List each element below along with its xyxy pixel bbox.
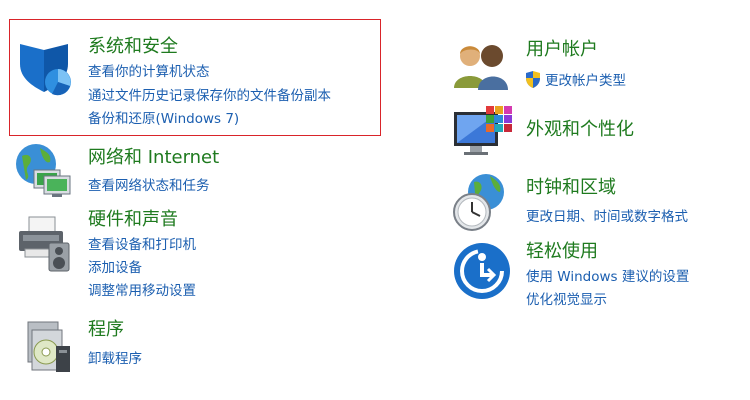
link-uninstall-program[interactable]: 卸载程序 <box>88 350 142 368</box>
category-title-network[interactable]: 网络和 Internet <box>88 147 219 169</box>
link-change-account-type[interactable]: 更改帐户类型 <box>545 72 626 90</box>
monitor-palette-icon <box>452 104 514 166</box>
link-add-device[interactable]: 添加设备 <box>88 259 142 277</box>
category-title-programs[interactable]: 程序 <box>88 319 124 341</box>
category-title-user-accounts[interactable]: 用户帐户 <box>526 39 598 61</box>
link-network-status[interactable]: 查看网络状态和任务 <box>88 177 210 195</box>
ease-of-access-icon <box>452 241 514 303</box>
programs-disc-icon <box>20 316 82 378</box>
link-change-date-time-format[interactable]: 更改日期、时间或数字格式 <box>526 208 688 226</box>
link-view-computer-status[interactable]: 查看你的计算机状态 <box>88 63 210 81</box>
shield-security-icon <box>14 40 76 102</box>
clock-globe-icon <box>450 172 512 234</box>
link-backup-restore[interactable]: 备份和还原(Windows 7) <box>88 110 239 128</box>
link-optimize-visual[interactable]: 优化视觉显示 <box>526 291 607 309</box>
category-title-ease-of-access[interactable]: 轻松使用 <box>526 241 598 263</box>
users-icon <box>452 36 514 98</box>
link-recommended-settings[interactable]: 使用 Windows 建议的设置 <box>526 268 689 286</box>
category-title-system-security[interactable]: 系统和安全 <box>88 36 178 58</box>
link-devices-printers[interactable]: 查看设备和打印机 <box>88 236 196 254</box>
category-title-appearance[interactable]: 外观和个性化 <box>526 119 634 141</box>
category-title-clock-region[interactable]: 时钟和区域 <box>526 177 616 199</box>
printer-speaker-icon <box>13 213 75 275</box>
uac-shield-icon <box>525 71 541 89</box>
link-file-history-backup[interactable]: 通过文件历史记录保存你的文件备份副本 <box>88 87 331 105</box>
category-title-hardware-sound[interactable]: 硬件和声音 <box>88 209 178 231</box>
network-globe-icon <box>12 142 74 204</box>
link-mobility-settings[interactable]: 调整常用移动设置 <box>88 282 196 300</box>
